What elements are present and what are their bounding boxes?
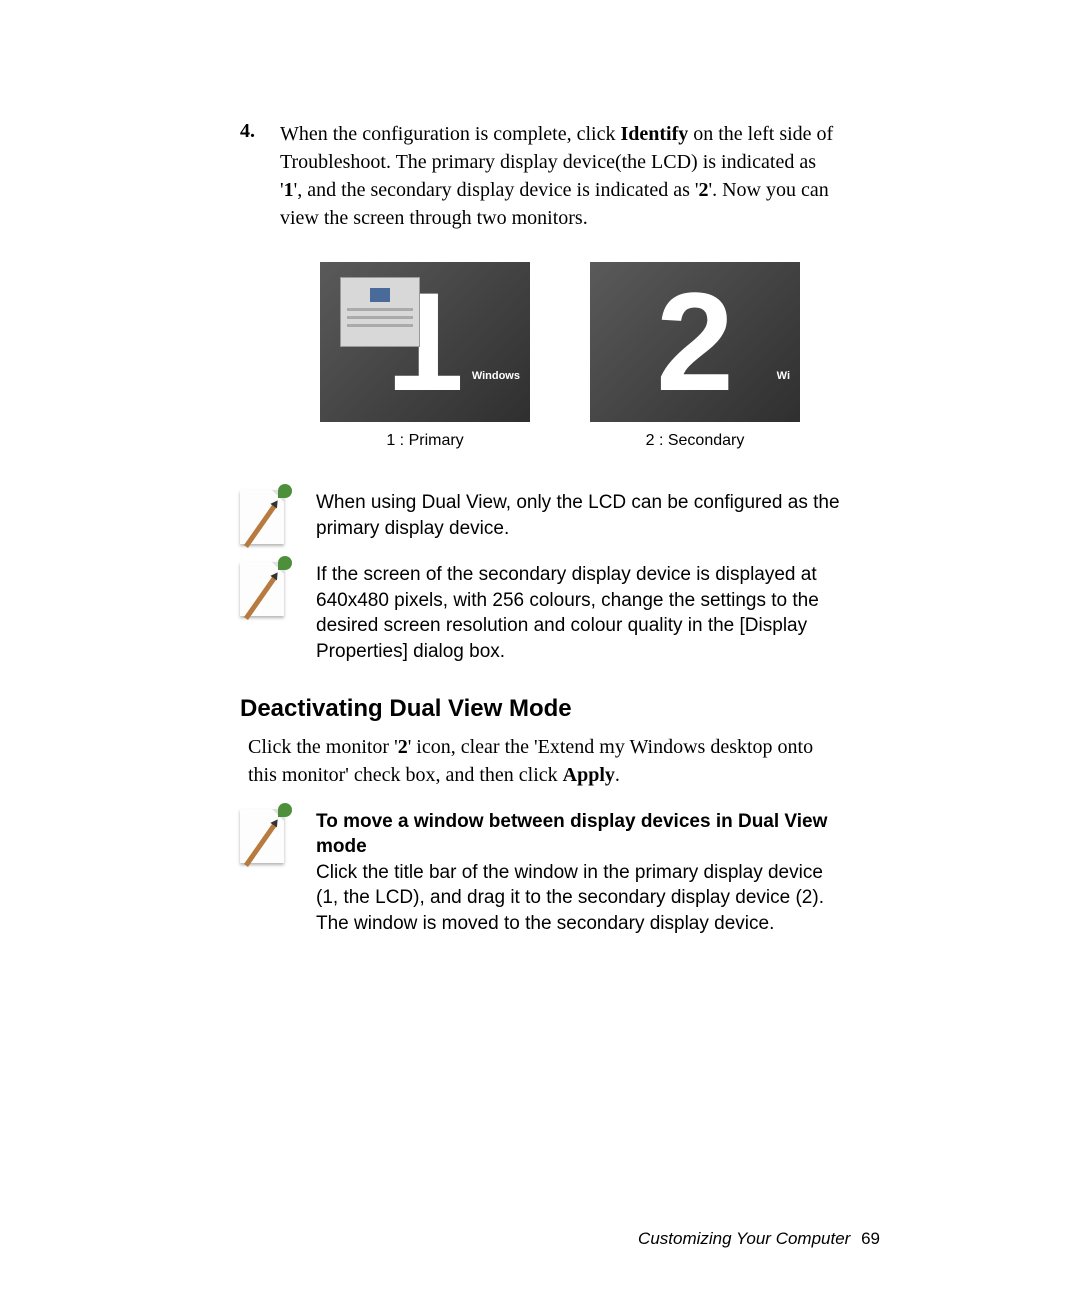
figure-secondary: 2 Wi 2 : Secondary	[590, 262, 800, 450]
section-heading: Deactivating Dual View Mode	[240, 695, 840, 723]
step-number: 4.	[240, 120, 280, 232]
note-2: If the screen of the secondary display d…	[240, 562, 840, 665]
text-fragment: .	[615, 764, 620, 786]
figure-caption-2: 2 : Secondary	[646, 432, 745, 450]
note-body: Click the title bar of the window in the…	[316, 862, 824, 934]
big-number-2: 2	[656, 272, 734, 412]
apply-word: Apply	[563, 764, 615, 786]
footer-text: Customizing Your Computer	[638, 1229, 850, 1248]
text-fragment: Click the monitor '	[248, 736, 398, 758]
figure-caption-1: 1 : Primary	[386, 432, 463, 450]
windows-label: Wi	[777, 370, 790, 382]
number-two: 2	[698, 179, 708, 201]
note-icon	[240, 809, 296, 863]
figure-primary: 1 Windows 1 : Primary	[320, 262, 530, 450]
text-fragment: ', and the secondary display device is i…	[294, 179, 699, 201]
secondary-screenshot: 2 Wi	[590, 262, 800, 422]
number-two: 2	[398, 736, 408, 758]
note-3: To move a window between display devices…	[240, 809, 840, 937]
note-title: To move a window between display devices…	[316, 811, 827, 858]
note-text: To move a window between display devices…	[316, 809, 840, 937]
note-1: When using Dual View, only the LCD can b…	[240, 490, 840, 544]
number-one: 1	[284, 179, 294, 201]
page-footer: Customizing Your Computer 69	[638, 1229, 880, 1249]
note-text: When using Dual View, only the LCD can b…	[316, 490, 840, 541]
dialog-icon	[340, 277, 420, 347]
document-page: 4. When the configuration is complete, c…	[0, 0, 1080, 1309]
page-number: 69	[861, 1229, 880, 1248]
step-text: When the configuration is complete, clic…	[280, 120, 840, 232]
section-body: Click the monitor '2' icon, clear the 'E…	[248, 733, 840, 789]
note-icon	[240, 490, 296, 544]
step-4: 4. When the configuration is complete, c…	[240, 120, 840, 232]
identify-word: Identify	[620, 123, 688, 145]
primary-screenshot: 1 Windows	[320, 262, 530, 422]
note-text: If the screen of the secondary display d…	[316, 562, 840, 665]
note-icon	[240, 562, 296, 616]
text-fragment: When the configuration is complete, clic…	[280, 123, 620, 145]
windows-label: Windows	[472, 370, 520, 382]
figure-row: 1 Windows 1 : Primary 2 Wi 2 : Secondary	[280, 262, 840, 450]
